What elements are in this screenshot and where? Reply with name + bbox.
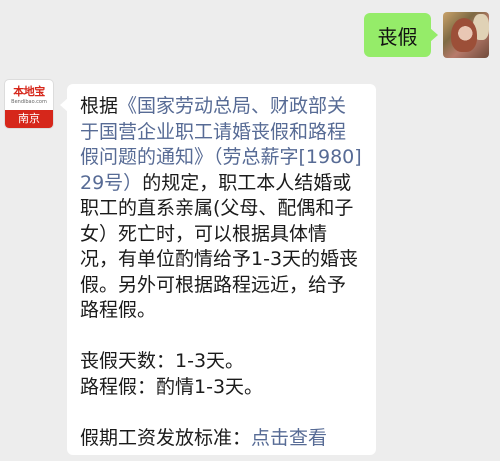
outgoing-message-text: 丧假	[377, 24, 418, 49]
paragraph-prefix: 根据	[80, 95, 119, 117]
sender-avatar[interactable]: 本地宝 Bendibao.com 南京	[5, 80, 53, 128]
user-avatar[interactable]	[443, 12, 489, 58]
incoming-message-bubble: 根据《国家劳动总局、财政部关于国营企业职工请婚丧假和路程假问题的通知》（劳总薪字…	[60, 84, 376, 455]
sender-brand-logo: 本地宝	[13, 85, 45, 98]
message-paragraph: 根据《国家劳动总局、财政部关于国营企业职工请婚丧假和路程假问题的通知》（劳总薪字…	[80, 94, 364, 324]
pay-standard-label: 假期工资发放标准：	[80, 426, 252, 449]
sender-domain-text: Bendibao.com	[11, 99, 47, 105]
avatar-photo-face	[451, 18, 477, 52]
travel-leave-line: 路程假：酌情1-3天。	[80, 375, 264, 398]
view-pay-standard-link[interactable]: 点击查看	[251, 427, 327, 449]
leave-days-line: 丧假天数：1-3天。	[80, 350, 245, 372]
outgoing-message-bubble[interactable]: 丧假	[364, 13, 438, 57]
sender-city-badge: 南京	[5, 110, 53, 128]
pay-standard-line: 假期工资发放标准：点击查看	[80, 426, 364, 452]
